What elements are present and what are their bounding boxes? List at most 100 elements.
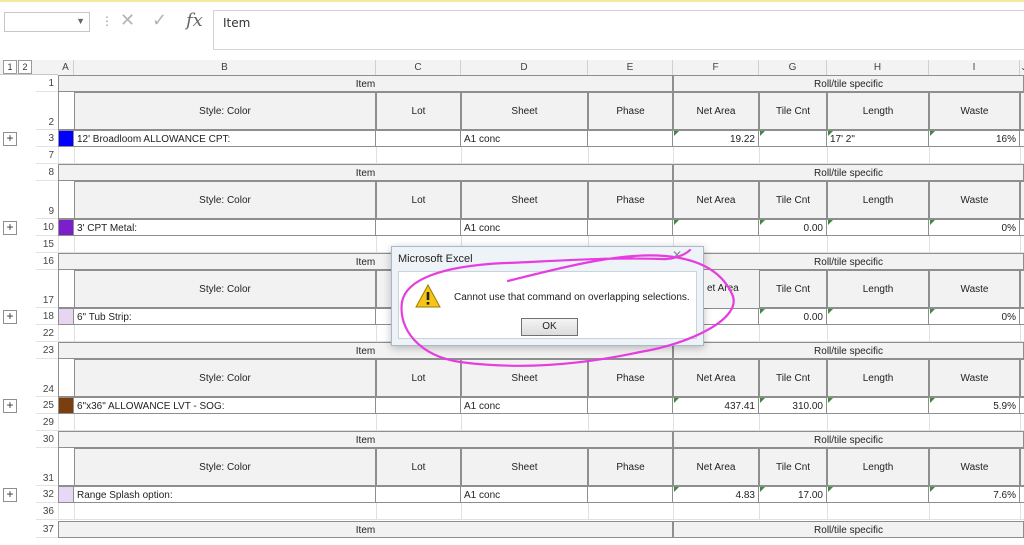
length-cell[interactable] [827,486,929,503]
color-swatch[interactable] [58,130,74,147]
tile-cnt-cell[interactable]: 17.00 [759,486,827,503]
length-header[interactable]: Length [827,359,929,397]
row-header[interactable]: 24 [36,359,58,397]
item-group-header[interactable]: Item [58,164,673,181]
row-header[interactable]: 8 [36,164,58,181]
phase-cell[interactable] [588,486,673,503]
expand-group-button[interactable]: + [3,221,17,235]
chevron-down-icon[interactable]: ▼ [76,16,85,26]
row-header[interactable]: 15 [36,236,58,253]
tile-cnt-cell[interactable]: 310.00 [759,397,827,414]
roll-tile-header[interactable]: Roll/tile specific [673,253,1024,270]
row-header[interactable]: 1 [36,75,58,92]
net-area-header[interactable]: Net Area [673,92,759,130]
blank-cell[interactable] [58,448,74,486]
roll-tile-header[interactable]: Roll/tile specific [673,342,1024,359]
style-color-header[interactable]: Style: Color [74,448,376,486]
row-header[interactable]: 2 [36,92,58,130]
roll-tile-header[interactable]: Roll/tile specific [673,75,1024,92]
phase-cell[interactable] [588,397,673,414]
row-header[interactable]: 7 [36,147,58,164]
length-cell[interactable]: 17' 2" [827,130,929,147]
tile-cnt-header[interactable]: Tile Cnt [759,181,827,219]
j-header[interactable] [1020,270,1024,308]
lot-cell[interactable] [376,219,461,236]
row-header[interactable]: 31 [36,448,58,486]
j-cell[interactable] [1020,486,1024,503]
style-color-header[interactable]: Style: Color [74,359,376,397]
net-area-cell[interactable]: 19.22 [673,130,759,147]
column-header-f[interactable]: F [673,60,759,75]
waste-cell[interactable]: 5.9% [929,397,1020,414]
column-header-g[interactable]: G [759,60,827,75]
column-header-d[interactable]: D [461,60,588,75]
roll-tile-header[interactable]: Roll/tile specific [673,521,1024,538]
tile-cnt-header[interactable]: Tile Cnt [759,359,827,397]
lot-header[interactable]: Lot [376,181,461,219]
waste-header[interactable]: Waste [929,181,1020,219]
net-area-cell[interactable]: 4.83 [673,486,759,503]
color-swatch[interactable] [58,308,74,325]
row-header[interactable]: 30 [36,431,58,448]
resize-handle-icon[interactable]: ⋮ [101,14,113,28]
roll-tile-header[interactable]: Roll/tile specific [673,164,1024,181]
net-area-header[interactable]: Net Area [673,359,759,397]
item-name-cell[interactable]: 12' Broadloom ALLOWANCE CPT: [74,130,376,147]
color-swatch[interactable] [58,486,74,503]
item-name-cell[interactable]: 3' CPT Metal: [74,219,376,236]
j-header[interactable] [1020,181,1024,219]
blank-cell[interactable] [58,92,74,130]
tile-cnt-cell[interactable]: 0.00 [759,219,827,236]
lot-cell[interactable] [376,486,461,503]
expand-group-button[interactable]: + [3,488,17,502]
j-header[interactable] [1020,448,1024,486]
row-header[interactable]: 3 [36,130,58,147]
length-header[interactable]: Length [827,92,929,130]
column-header-b[interactable]: B [74,60,376,75]
roll-tile-header[interactable]: Roll/tile specific [673,431,1024,448]
j-cell[interactable] [1020,219,1024,236]
item-name-cell[interactable]: Range Splash option: [74,486,376,503]
net-area-cell[interactable]: 437.41 [673,397,759,414]
j-cell[interactable] [1020,130,1024,147]
j-header[interactable] [1020,92,1024,130]
row-header[interactable]: 32 [36,486,58,503]
lot-header[interactable]: Lot [376,359,461,397]
waste-header[interactable]: Waste [929,359,1020,397]
tile-cnt-cell[interactable] [759,130,827,147]
net-area-header[interactable]: Net Area [673,181,759,219]
length-header[interactable]: Length [827,181,929,219]
style-color-header[interactable]: Style: Color [74,181,376,219]
lot-header[interactable]: Lot [376,92,461,130]
length-cell[interactable] [827,397,929,414]
sheet-cell[interactable]: A1 conc [461,130,588,147]
row-header[interactable]: 9 [36,181,58,219]
item-group-header[interactable]: Item [58,431,673,448]
row-header[interactable]: 16 [36,253,58,270]
net-area-cell[interactable] [673,219,759,236]
waste-header[interactable]: Waste [929,448,1020,486]
column-header-i[interactable]: I [929,60,1020,75]
length-cell[interactable] [827,308,929,325]
color-swatch[interactable] [58,219,74,236]
waste-cell[interactable]: 0% [929,308,1020,325]
waste-header[interactable]: Waste [929,270,1020,308]
phase-header[interactable]: Phase [588,448,673,486]
blank-cell[interactable] [58,270,74,308]
phase-header[interactable]: Phase [588,92,673,130]
phase-cell[interactable] [588,130,673,147]
row-header[interactable]: 37 [36,521,58,538]
expand-group-button[interactable]: + [3,310,17,324]
row-header[interactable]: 10 [36,219,58,236]
lot-header[interactable]: Lot [376,448,461,486]
phase-header[interactable]: Phase [588,181,673,219]
row-header[interactable]: 18 [36,308,58,325]
length-header[interactable]: Length [827,448,929,486]
enter-icon[interactable]: ✓ [152,10,167,31]
close-icon[interactable]: ✕ [658,248,696,264]
cancel-icon[interactable]: ✕ [120,10,135,31]
color-swatch[interactable] [58,397,74,414]
waste-header[interactable]: Waste [929,92,1020,130]
item-name-cell[interactable]: 6"x36" ALLOWANCE LVT - SOG: [74,397,376,414]
column-header-h[interactable]: H [827,60,929,75]
